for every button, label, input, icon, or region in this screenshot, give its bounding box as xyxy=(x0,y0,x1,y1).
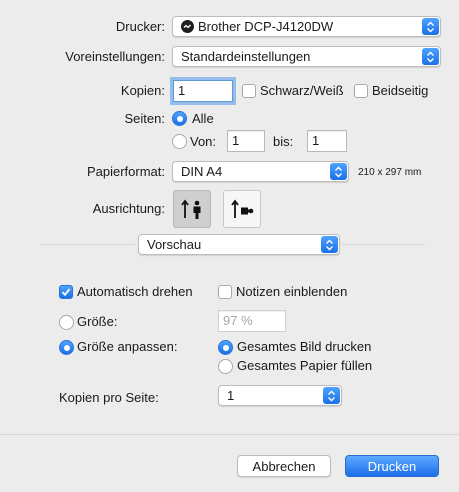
popup-stepper-icon xyxy=(330,163,347,180)
paper-label: Papierformat: xyxy=(86,164,165,179)
fill-paper-radio[interactable] xyxy=(218,359,233,374)
show-notes-label: Notizen einblenden xyxy=(236,284,348,299)
size-radio[interactable] xyxy=(59,315,74,330)
landscape-orientation-icon xyxy=(231,199,254,218)
duplex-checkbox[interactable] xyxy=(354,84,368,98)
landscape-button[interactable] xyxy=(223,190,261,228)
popup-stepper-icon xyxy=(323,387,340,404)
print-entire-radio[interactable] xyxy=(218,340,233,355)
auto-rotate-label: Automatisch drehen xyxy=(77,284,193,299)
print-button[interactable]: Drucken xyxy=(345,455,439,477)
panel-select-value: Vorschau xyxy=(147,237,202,252)
printer-popup[interactable]: Brother DCP-J4120DW xyxy=(172,16,441,37)
scale-to-fit-label: Größe anpassen: xyxy=(77,339,178,354)
pages-range-radio[interactable] xyxy=(172,134,187,149)
pages-from-field[interactable]: 1 xyxy=(227,130,265,152)
pages-to-field[interactable]: 1 xyxy=(307,130,347,152)
portrait-orientation-icon xyxy=(181,199,201,219)
separator xyxy=(342,244,425,245)
pages-label: Seiten: xyxy=(124,111,165,126)
fill-paper-label: Gesamtes Papier füllen xyxy=(237,358,373,373)
size-field[interactable]: 97 % xyxy=(218,310,286,332)
pages-from-label: Von: xyxy=(190,134,217,149)
popup-stepper-icon xyxy=(321,236,338,253)
printer-value: Brother DCP-J4120DW xyxy=(198,19,334,34)
footer-separator xyxy=(0,434,459,435)
printer-status-icon xyxy=(181,20,194,33)
bw-checkbox[interactable] xyxy=(242,84,256,98)
portrait-button[interactable] xyxy=(173,190,211,228)
pages-all-label: Alle xyxy=(192,111,214,126)
print-entire-label: Gesamtes Bild drucken xyxy=(237,339,372,354)
duplex-label: Beidseitig xyxy=(372,83,429,98)
copies-field[interactable]: 1 xyxy=(173,80,233,102)
pages-all-radio[interactable] xyxy=(172,111,187,126)
copies-label: Kopien: xyxy=(120,83,165,98)
popup-stepper-icon xyxy=(422,18,439,35)
checkmark-icon xyxy=(61,288,71,297)
pages-to-label: bis: xyxy=(273,134,294,149)
paper-popup[interactable]: DIN A4 xyxy=(172,161,349,182)
copies-per-page-value: 1 xyxy=(227,388,235,403)
panel-select-popup[interactable]: Vorschau xyxy=(138,234,340,255)
show-notes-checkbox[interactable] xyxy=(218,285,232,299)
copies-per-page-label: Kopien pro Seite: xyxy=(59,390,159,405)
separator xyxy=(40,244,135,245)
paper-size-text: 210 x 297 mm xyxy=(358,167,422,178)
presets-label: Voreinstellungen: xyxy=(65,49,165,64)
paper-value: DIN A4 xyxy=(181,164,223,179)
scale-to-fit-radio[interactable] xyxy=(59,340,74,355)
auto-rotate-checkbox[interactable] xyxy=(59,285,73,299)
cancel-button[interactable]: Abbrechen xyxy=(237,455,331,477)
copies-per-page-popup[interactable]: 1 xyxy=(218,385,342,406)
printer-label: Drucker: xyxy=(115,19,165,34)
popup-stepper-icon xyxy=(422,48,439,65)
size-label: Größe: xyxy=(77,314,118,329)
presets-popup[interactable]: Standardeinstellungen xyxy=(172,46,441,67)
presets-value: Standardeinstellungen xyxy=(181,49,311,64)
bw-label: Schwarz/Weiß xyxy=(260,83,344,98)
orientation-label: Ausrichtung: xyxy=(92,201,165,216)
